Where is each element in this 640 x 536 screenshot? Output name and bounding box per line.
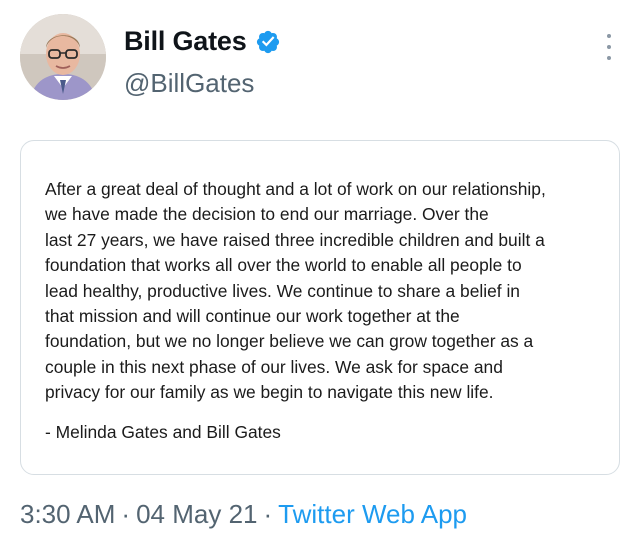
more-dot bbox=[607, 56, 611, 60]
tweet-time[interactable]: 3:30 AM bbox=[20, 499, 115, 529]
verified-badge-icon bbox=[256, 30, 279, 53]
statement-line: lead healthy, productive lives. We conti… bbox=[45, 280, 520, 301]
more-dot bbox=[607, 34, 611, 38]
profile-photo bbox=[20, 14, 106, 100]
more-vertical-icon[interactable] bbox=[602, 34, 616, 60]
meta-separator: · bbox=[263, 499, 273, 529]
statement-line: that mission and will continue our work … bbox=[45, 306, 460, 327]
avatar[interactable] bbox=[20, 14, 106, 100]
statement-line: couple in this next phase of our lives. … bbox=[45, 356, 503, 377]
tweet-meta: 3:30 AM · 04 May 21 · Twitter Web App bbox=[20, 499, 467, 530]
statement-signature: - Melinda Gates and Bill Gates bbox=[45, 422, 281, 442]
statement-text: After a great deal of thought and a lot … bbox=[45, 177, 605, 406]
author-handle[interactable]: @BillGates bbox=[124, 68, 254, 99]
more-dot bbox=[607, 45, 611, 49]
statement-line: we have made the decision to end our mar… bbox=[45, 204, 489, 225]
tweet-date[interactable]: 04 May 21 bbox=[136, 499, 257, 529]
display-name[interactable]: Bill Gates bbox=[124, 26, 247, 57]
statement-line: foundation, but we no longer believe we … bbox=[45, 331, 534, 352]
statement-image[interactable]: After a great deal of thought and a lot … bbox=[20, 140, 620, 475]
statement-line: last 27 years, we have raised three incr… bbox=[45, 229, 545, 250]
statement-line: privacy for our family as we begin to na… bbox=[45, 382, 494, 403]
meta-separator: · bbox=[121, 499, 131, 529]
statement-line: After a great deal of thought and a lot … bbox=[45, 179, 546, 199]
statement-line: foundation that works all over the world… bbox=[45, 255, 522, 276]
tweet-source-link[interactable]: Twitter Web App bbox=[278, 499, 467, 529]
author-name-row[interactable]: Bill Gates bbox=[124, 26, 281, 57]
